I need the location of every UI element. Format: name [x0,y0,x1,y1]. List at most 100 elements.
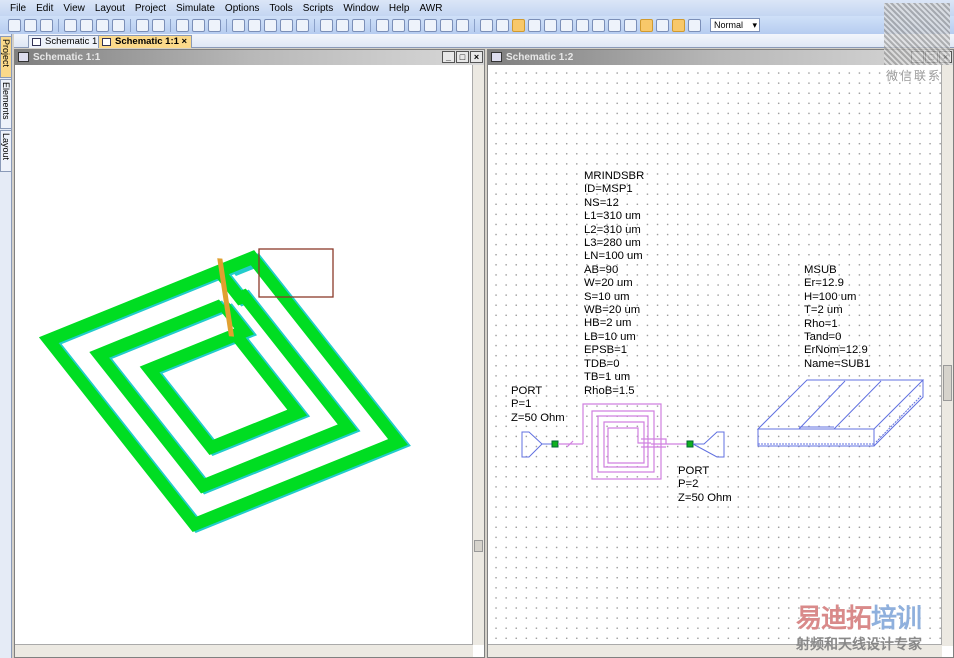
add-ground-icon[interactable] [280,18,293,32]
document-tabs: Schematic 1:2 Schematic 1:1 × [14,34,954,48]
tab-close-button[interactable]: × [182,36,188,47]
zoom-fit-icon[interactable] [208,18,221,32]
distribute-icon[interactable] [624,18,637,32]
port2-node[interactable] [686,440,694,448]
parameter-line: TB=1 um [584,371,631,384]
menu-bar: File Edit View Layout Project Simulate O… [0,0,954,16]
parameter-line: L3=280 um [584,237,641,250]
add-wire-icon[interactable] [296,18,309,32]
save-icon[interactable] [40,18,53,32]
rotate-icon[interactable] [656,18,669,32]
menu-tools[interactable]: Tools [269,3,292,14]
watermark-brand: 易迪拓培训 [796,603,922,633]
menu-edit[interactable]: Edit [36,3,53,14]
align-left-icon[interactable] [528,18,541,32]
edit-icon[interactable] [688,18,701,32]
parameter-line: W=20 um [584,277,633,290]
port1-symbol[interactable] [521,431,553,458]
snap-icon[interactable] [640,18,653,32]
delete-icon[interactable] [112,18,125,32]
side-tab-layout[interactable]: Layout [0,130,12,172]
window-icon [18,52,29,62]
wire-mode-icon[interactable] [672,18,685,32]
layout-icon[interactable] [408,18,421,32]
parameter-line: RhoB=1.5 [584,384,635,397]
undo-icon[interactable] [136,18,149,32]
copy-icon[interactable] [80,18,93,32]
window-split-icon[interactable] [512,18,525,32]
menu-simulate[interactable]: Simulate [176,3,215,14]
parameter-line: L1=310 um [584,210,641,223]
menu-awr[interactable]: AWR [419,3,442,14]
menu-help[interactable]: Help [389,3,410,14]
align-top-icon[interactable] [576,18,589,32]
side-tab-project[interactable]: Project [0,36,12,78]
menu-project[interactable]: Project [135,3,166,14]
vertical-scrollbar[interactable] [941,65,953,646]
menu-options[interactable]: Options [225,3,259,14]
tune-icon[interactable] [336,18,349,32]
align-bottom-icon[interactable] [592,18,605,32]
menu-scripts[interactable]: Scripts [303,3,334,14]
parameter-line: LB=10 um [584,330,636,343]
port2-symbol[interactable] [692,431,725,458]
parameter-line: P=2 [678,478,699,491]
menu-window[interactable]: Window [343,3,379,14]
cell-icon[interactable] [456,18,469,32]
align-middle-icon[interactable] [608,18,621,32]
maximize-button[interactable]: □ [456,51,469,63]
align-right-icon[interactable] [544,18,557,32]
view-3d-icon[interactable] [424,18,437,32]
separator [170,18,171,32]
paste-icon[interactable] [96,18,109,32]
graph-icon[interactable] [376,18,389,32]
inductor-symbol[interactable] [558,403,689,480]
mode-dropdown[interactable]: Normal [710,18,760,32]
new-icon[interactable] [8,18,21,32]
tab-label: Schematic 1:2 [45,36,106,47]
port2-parameters[interactable]: PORT P=2 Z=50 Ohm [678,465,732,505]
parameter-line: MSUB [804,264,837,276]
add-port-icon[interactable] [264,18,277,32]
parameter-line: PORT [678,465,710,477]
schematic-canvas[interactable]: MRINDSBR ID=MSP1 NS=12 L1=310 um L2=310 um L3… [488,65,942,646]
open-icon[interactable] [24,18,37,32]
horizontal-scrollbar[interactable] [15,644,473,657]
minimize-button[interactable]: _ [442,51,455,63]
zoom-in-icon[interactable] [176,18,189,32]
port1-parameters[interactable]: PORT P=1 Z=50 Ohm [511,385,565,425]
side-tab-elements[interactable]: Elements [0,79,12,129]
parameter-line: Z=50 Ohm [678,491,732,504]
menu-view[interactable]: View [63,3,85,14]
tab-schematic-1-1[interactable]: Schematic 1:1 × [98,35,193,48]
vertical-scrollbar[interactable] [472,65,484,645]
inductor-parameters[interactable]: MRINDSBR ID=MSP1 NS=12 L1=310 um L2=310 um L3… [584,170,644,398]
substrate-parameters[interactable]: MSUB Er=12.9 H=100 um T=2 um Rho=1 Tand=0 ErNo… [804,264,870,371]
redo-icon[interactable] [152,18,165,32]
element-icon[interactable] [232,18,245,32]
window-title: Schematic 1:1 [33,52,101,63]
parameter-line: Z=50 Ohm [511,411,565,424]
parameter-line: EPSB=1 [584,344,628,357]
menu-file[interactable]: File [10,3,26,14]
window-tile-icon[interactable] [480,18,493,32]
window-cascade-icon[interactable] [496,18,509,32]
3d-layout-view[interactable] [15,65,473,645]
tune-tool-icon[interactable] [352,18,365,32]
align-center-icon[interactable] [560,18,573,32]
separator [474,18,475,32]
close-button[interactable]: × [470,51,483,63]
separator [226,18,227,32]
simulate-icon[interactable] [320,18,333,32]
menu-layout[interactable]: Layout [95,3,125,14]
side-tab-label: Elements [1,82,11,120]
parameter-line: Name=SUB1 [804,357,871,370]
hierarchy-icon[interactable] [440,18,453,32]
substrate-symbol[interactable] [756,379,925,447]
add-subcircuit-icon[interactable] [248,18,261,32]
output-icon[interactable] [392,18,405,32]
zoom-out-icon[interactable] [192,18,205,32]
cut-icon[interactable] [64,18,77,32]
tab-label: Schematic 1:1 [115,36,179,47]
port1-node[interactable] [551,440,559,448]
